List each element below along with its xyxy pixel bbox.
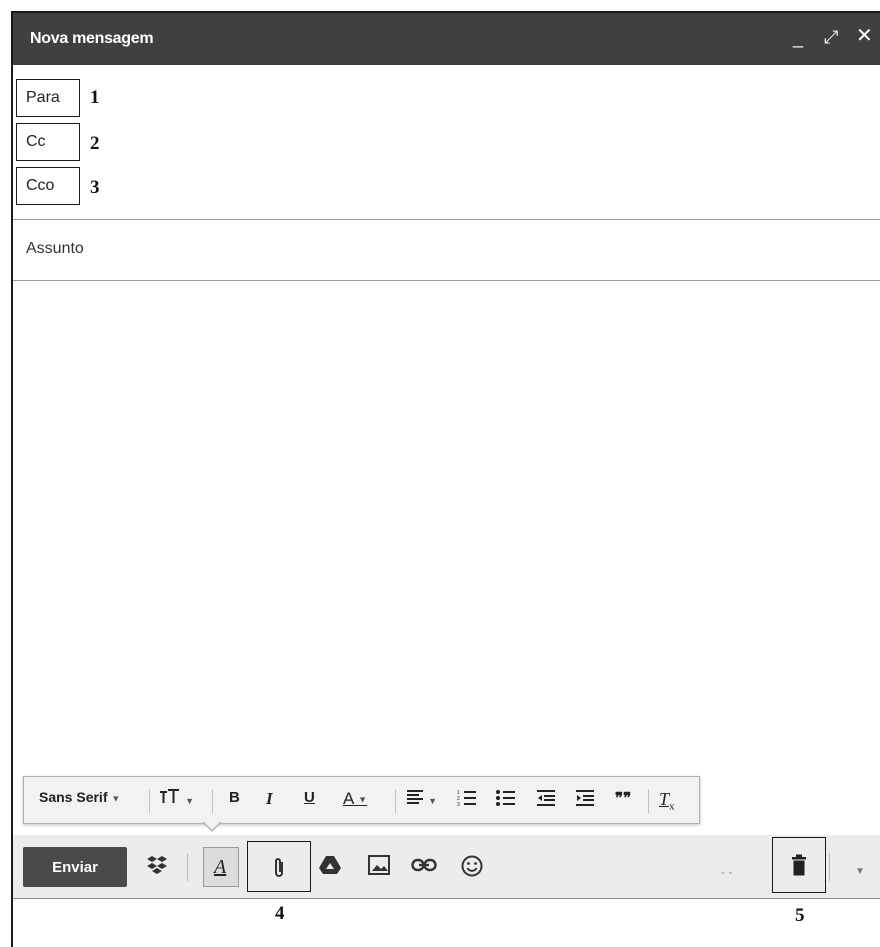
attach-icon <box>272 856 286 885</box>
minimize-icon[interactable]: _ <box>793 28 803 48</box>
divider <box>13 280 880 281</box>
more-options-icon[interactable]: ▼ <box>855 861 865 883</box>
toolbar-separator <box>395 789 396 813</box>
bottom-toolbar: Enviar A - - ▼ <box>13 835 880 899</box>
expand-icon[interactable]: ⤢ <box>824 27 838 47</box>
compose-window: Nova mensagem _ ⤢ ✕ Para 1 Cc 2 Cco 3 As… <box>11 11 880 947</box>
cc-field-label[interactable]: Cc <box>16 123 80 161</box>
divider <box>13 219 880 220</box>
callout-number-3: 3 <box>90 177 100 198</box>
italic-button[interactable]: I <box>266 789 273 809</box>
callout-number-2: 2 <box>90 133 100 154</box>
align-icon[interactable]: ▼ <box>406 789 437 809</box>
text-size-icon[interactable]: ▼ <box>159 789 194 809</box>
emoji-icon[interactable] <box>461 855 483 882</box>
toolbar-pointer <box>203 821 221 830</box>
discard-draft-button[interactable] <box>772 837 826 893</box>
formatting-toggle-button[interactable]: A <box>203 847 239 887</box>
numbered-list-icon[interactable]: 123 <box>457 789 477 811</box>
text-color-button[interactable]: A ▼ <box>343 789 367 809</box>
message-body[interactable] <box>13 283 880 773</box>
indent-less-icon[interactable] <box>536 789 556 811</box>
callout-number-1: 1 <box>90 87 100 108</box>
toolbar-separator <box>212 789 213 813</box>
close-icon[interactable]: ✕ <box>856 26 873 46</box>
trash-icon <box>791 854 807 881</box>
drive-icon[interactable] <box>318 855 342 880</box>
link-icon[interactable] <box>411 855 437 877</box>
indent-more-icon[interactable] <box>575 789 595 811</box>
window-title: Nova mensagem <box>30 30 154 47</box>
callout-number-4: 4 <box>275 903 285 924</box>
to-field-label[interactable]: Para <box>16 79 80 117</box>
more-dots-icon: - - <box>721 865 733 879</box>
clear-formatting-button[interactable]: Tx <box>659 789 675 813</box>
font-family-select[interactable]: Sans Serif ▼ <box>39 789 120 805</box>
toolbar-separator <box>187 853 188 881</box>
title-bar: Nova mensagem _ ⤢ ✕ <box>13 13 880 65</box>
photo-icon[interactable] <box>368 855 390 880</box>
formatting-icon: A <box>214 856 227 878</box>
attach-button[interactable] <box>247 841 311 892</box>
send-button[interactable]: Enviar <box>23 847 127 887</box>
toolbar-separator <box>829 853 830 881</box>
quote-button[interactable]: ❞❞ <box>615 789 631 807</box>
toolbar-separator <box>149 789 150 813</box>
subject-input[interactable]: Assunto <box>26 240 84 258</box>
bcc-field-label[interactable]: Cco <box>16 167 80 205</box>
formatting-toolbar: Sans Serif ▼ ▼ B I U A ▼ ▼ 123 ❞❞ Tx <box>23 776 700 824</box>
callout-number-5: 5 <box>795 905 805 926</box>
underline-button[interactable]: U <box>304 789 315 806</box>
dropbox-icon[interactable] <box>146 855 168 880</box>
bold-button[interactable]: B <box>229 789 240 806</box>
toolbar-separator <box>648 789 649 813</box>
bulleted-list-icon[interactable] <box>496 789 516 811</box>
svg-text:3: 3 <box>457 802 460 807</box>
